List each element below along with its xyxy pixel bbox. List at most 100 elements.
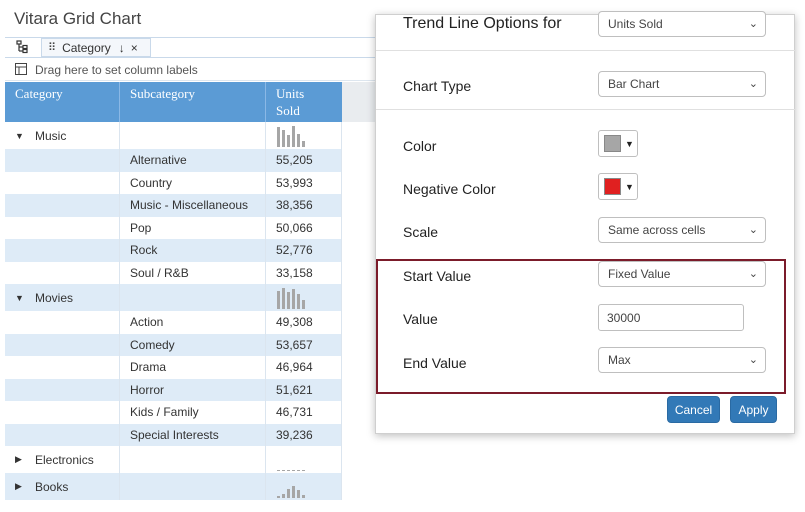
app-title: Vitara Grid Chart	[14, 9, 142, 28]
color-label: Color	[403, 138, 437, 154]
end-value-select[interactable]: Max ⌄	[598, 347, 766, 373]
spark-bar	[277, 469, 280, 471]
group-row[interactable]: ▼ Music	[5, 122, 342, 149]
start-value-value: Fixed Value	[608, 267, 671, 281]
subcategory-cell: Soul / R&B	[120, 261, 266, 284]
spark-bar	[302, 299, 305, 309]
caret-down-icon: ▼	[625, 138, 634, 149]
table-row[interactable]: Kids / Family 46,731	[5, 401, 342, 424]
table-row[interactable]: Rock 52,776	[5, 239, 342, 262]
header-filler	[342, 82, 378, 122]
table-row[interactable]: Pop 50,066	[5, 216, 342, 239]
header-subcategory[interactable]: Subcategory	[120, 82, 266, 122]
units-sold-cell: 46,731	[266, 401, 342, 424]
group-row[interactable]: ▶ Books	[5, 473, 342, 500]
scale-label: Scale	[403, 224, 439, 240]
apply-button[interactable]: Apply	[730, 396, 777, 423]
category-cell	[5, 423, 120, 446]
category-cell	[5, 239, 120, 262]
group-cell[interactable]: ▶ Books	[5, 473, 120, 500]
spark-bar	[282, 287, 285, 309]
color-picker[interactable]: ▼	[598, 130, 638, 157]
data-grid: Category Subcategory Units Sold ▼ Music Al…	[5, 82, 342, 500]
subcategory-cell: Action	[120, 311, 266, 334]
spark-bar	[297, 489, 300, 498]
table-row[interactable]: Soul / R&B 33,158	[5, 261, 342, 284]
group-empty-cell	[120, 122, 266, 149]
category-group-chip[interactable]: ⠿ Category ↓ ×	[41, 38, 151, 57]
units-sold-cell: 49,308	[266, 311, 342, 334]
units-sold-cell: 46,964	[266, 356, 342, 379]
spark-bar	[277, 290, 280, 309]
caret-right-icon[interactable]: ▶	[15, 481, 23, 492]
spark-bar	[302, 469, 305, 471]
spark-bar	[297, 469, 300, 471]
scale-select[interactable]: Same across cells ⌄	[598, 217, 766, 243]
color-swatch	[604, 135, 621, 152]
group-empty-cell	[120, 473, 266, 500]
sparkline	[276, 125, 305, 147]
spark-bar	[292, 125, 295, 147]
spark-bar	[292, 485, 295, 498]
category-cell	[5, 333, 120, 356]
sparkline-cell	[266, 473, 342, 500]
tree-structure-icon[interactable]	[15, 40, 29, 54]
table-row[interactable]: Comedy 53,657	[5, 333, 342, 356]
category-cell	[5, 356, 120, 379]
caret-down-icon[interactable]: ▼	[15, 131, 24, 141]
divider	[376, 50, 796, 51]
arrow-down-icon[interactable]: ↓	[119, 41, 125, 55]
measure-select-value: Units Sold	[608, 17, 663, 31]
group-cell[interactable]: ▼ Music	[5, 122, 120, 149]
units-sold-cell: 38,356	[266, 194, 342, 217]
value-label: Value	[403, 311, 438, 327]
header-category[interactable]: Category	[5, 82, 120, 122]
subcategory-cell: Special Interests	[120, 423, 266, 446]
measure-select[interactable]: Units Sold ⌄	[598, 11, 766, 37]
grid-header: Category Subcategory Units Sold	[5, 82, 342, 122]
units-sold-cell: 51,621	[266, 378, 342, 401]
spark-bar	[302, 140, 305, 147]
caret-down-icon[interactable]: ▼	[15, 293, 24, 303]
table-row[interactable]: Horror 51,621	[5, 378, 342, 401]
spark-bar	[277, 495, 280, 498]
units-sold-cell: 52,776	[266, 239, 342, 262]
column-label-drop-zone[interactable]: Drag here to set column labels	[5, 60, 405, 81]
table-row[interactable]: Special Interests 39,236	[5, 423, 342, 446]
table-row[interactable]: Drama 46,964	[5, 356, 342, 379]
close-icon[interactable]: ×	[131, 41, 138, 55]
category-cell	[5, 171, 120, 194]
table-row[interactable]: Action 49,308	[5, 311, 342, 334]
negative-color-swatch	[604, 178, 621, 195]
category-cell	[5, 216, 120, 239]
caret-down-icon: ▼	[625, 181, 634, 192]
subcategory-cell: Comedy	[120, 333, 266, 356]
group-cell[interactable]: ▼ Movies	[5, 284, 120, 311]
subcategory-cell: Drama	[120, 356, 266, 379]
group-name: Music	[35, 128, 67, 143]
trend-line-options-dialog: Trend Line Options for Units Sold ⌄ Char…	[375, 11, 796, 434]
negative-color-picker[interactable]: ▼	[598, 173, 638, 200]
cancel-button[interactable]: Cancel	[667, 396, 720, 423]
row-grouping-bar: ⠿ Category ↓ ×	[5, 37, 405, 58]
units-sold-cell: 33,158	[266, 261, 342, 284]
header-units-sold-label: Units Sold	[276, 86, 305, 118]
category-cell	[5, 401, 120, 424]
caret-right-icon[interactable]: ▶	[15, 454, 23, 465]
chart-type-select[interactable]: Bar Chart ⌄	[598, 71, 766, 97]
spark-bar	[292, 469, 295, 471]
table-row[interactable]: Country 53,993	[5, 171, 342, 194]
drop-hint-text: Drag here to set column labels	[35, 63, 198, 77]
sparkline-cell	[266, 122, 342, 149]
start-value-select[interactable]: Fixed Value ⌄	[598, 261, 766, 287]
table-row[interactable]: Music - Miscellaneous 38,356	[5, 194, 342, 217]
group-cell[interactable]: ▶ Electronics	[5, 446, 120, 473]
header-units-sold[interactable]: Units Sold	[266, 82, 342, 122]
table-row[interactable]: Alternative 55,205	[5, 149, 342, 172]
value-input[interactable]: 30000	[598, 304, 744, 331]
units-sold-cell: 53,657	[266, 333, 342, 356]
group-row[interactable]: ▼ Movies	[5, 284, 342, 311]
spark-bar	[277, 126, 280, 147]
group-empty-cell	[120, 284, 266, 311]
group-row[interactable]: ▶ Electronics	[5, 446, 342, 473]
